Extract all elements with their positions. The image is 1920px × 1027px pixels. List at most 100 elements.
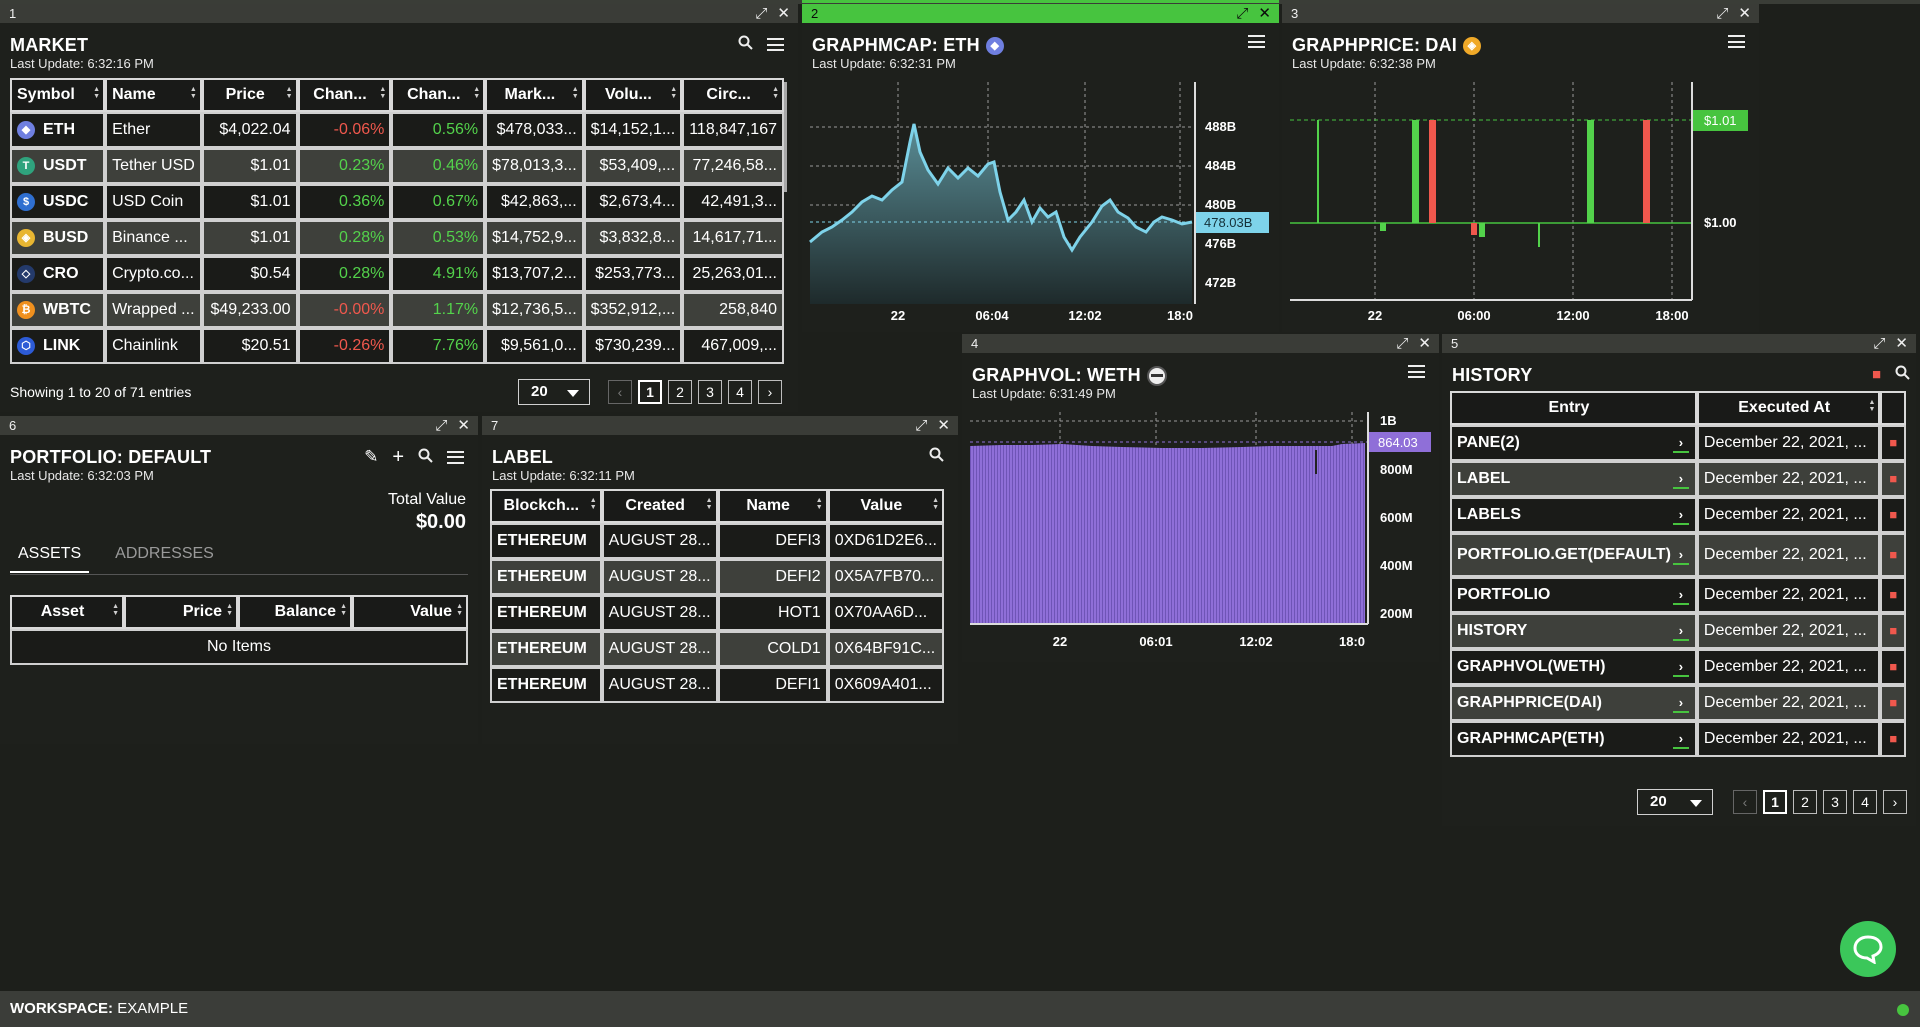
column-header[interactable]: Executed At ▲ ▼ [1696,391,1881,425]
table-row[interactable]: GRAPHMCAP(ETH) › December 22, 2021, ... ■ [1450,721,1906,757]
close-icon[interactable]: ✕ [1258,4,1271,23]
page-size-select[interactable]: 20 [1637,789,1713,815]
pane-bar[interactable]: 2 ⤢ ✕ [802,4,1279,23]
trash-icon[interactable]: ■ [1889,547,1897,562]
table-row[interactable]: ETHEREUM AUGUST 28... COLD1 0X64BF91C... [490,631,944,667]
tab-assets[interactable]: ASSETS [10,545,90,573]
next-page-button[interactable]: › [1883,790,1907,814]
column-header[interactable]: Asset ▲ ▼ [10,595,124,629]
trash-icon[interactable]: ■ [1872,366,1881,383]
page-1-button[interactable]: 1 [1763,790,1787,814]
column-header[interactable]: Price ▲ ▼ [124,595,238,629]
next-page-button[interactable]: › [758,380,782,404]
table-row[interactable]: ◈ BUSD Binance ... $1.01 0.28% 0.53% $14,752,9… [10,220,784,256]
column-header[interactable]: Entry [1450,391,1697,425]
expand-icon[interactable]: ⤢ [755,4,767,23]
trash-icon[interactable]: ■ [1889,623,1897,638]
volume-chart[interactable]: 1B 864.03 800M 600M 400M 200M 22 06:01 1… [962,402,1439,662]
close-icon[interactable]: ✕ [777,4,790,23]
chat-icon[interactable] [1840,921,1896,977]
table-row[interactable]: ETHEREUM AUGUST 28... HOT1 0X70AA6D... [490,595,944,631]
trash-icon[interactable]: ■ [1889,731,1897,746]
menu-icon[interactable] [1408,365,1425,378]
run-command-icon[interactable]: › [1672,436,1689,453]
page-2-button[interactable]: 2 [668,380,692,404]
pane-bar[interactable]: 7 ⤢ ✕ [482,416,958,435]
column-header[interactable]: Chan... ▲ ▼ [297,78,392,112]
pane-bar[interactable]: 4 ⤢ ✕ [962,334,1439,353]
trash-icon[interactable]: ■ [1889,435,1897,450]
expand-icon[interactable]: ⤢ [1873,334,1885,353]
prev-page-button[interactable]: ‹ [608,380,632,404]
column-header[interactable]: Blockch... ▲ ▼ [490,489,602,523]
menu-icon[interactable] [447,450,464,464]
pane-bar[interactable]: 5 ⤢ ✕ [1442,334,1916,353]
table-row[interactable]: PORTFOLIO.GET(DEFAULT) › December 22, 2021… [1450,533,1906,577]
table-row[interactable]: ETHEREUM AUGUST 28... DEFI1 0X609A401... [490,667,944,703]
table-row[interactable]: PORTFOLIO › December 22, 2021, ... ■ [1450,577,1906,613]
menu-icon[interactable] [1728,35,1745,48]
column-header[interactable]: Balance ▲ ▼ [238,595,352,629]
run-command-icon[interactable]: › [1672,732,1689,749]
page-2-button[interactable]: 2 [1793,790,1817,814]
search-icon[interactable] [1895,365,1910,384]
run-command-icon[interactable]: › [1672,508,1689,525]
run-command-icon[interactable]: › [1672,588,1689,605]
table-row[interactable]: GRAPHVOL(WETH) › December 22, 2021, ... ■ [1450,649,1906,685]
expand-icon[interactable]: ⤢ [1396,334,1408,353]
page-4-button[interactable]: 4 [728,380,752,404]
close-icon[interactable]: ✕ [1738,4,1751,23]
mcap-chart[interactable]: 488B 484B 480B 476B 472B 478.03B 22 06:0… [802,72,1279,332]
expand-icon[interactable]: ⤢ [915,416,927,435]
close-icon[interactable]: ✕ [1895,334,1908,353]
run-command-icon[interactable]: › [1672,548,1689,565]
table-row[interactable]: ◇ CRO Crypto.co... $0.54 0.28% 4.91% $13,707,2… [10,256,784,292]
search-icon[interactable] [738,35,753,54]
table-row[interactable]: ◆ ETH Ether $4,022.04 -0.06% 0.56% $478,033...… [10,112,784,148]
column-header[interactable]: Chan... ▲ ▼ [391,78,486,112]
trash-icon[interactable]: ■ [1889,587,1897,602]
close-icon[interactable]: ✕ [937,416,950,435]
table-row[interactable]: GRAPHPRICE(DAI) › December 22, 2021, ... ■ [1450,685,1906,721]
table-row[interactable]: ETHEREUM AUGUST 28... DEFI3 0XD61D2E6... [490,523,944,559]
table-row[interactable]: ₿ WBTC Wrapped ... $49,233.00 -0.00% 1.17% $12… [10,292,784,328]
column-header[interactable]: Value ▲ ▼ [352,595,468,629]
column-header[interactable]: Name ▲ ▼ [717,489,828,523]
close-icon[interactable]: ✕ [457,416,470,435]
search-icon[interactable] [418,448,433,467]
column-header[interactable]: Value ▲ ▼ [827,489,944,523]
column-header[interactable]: Symbol ▲ ▼ [10,78,106,112]
pane-bar[interactable]: 1 ⤢ ✕ [0,4,798,23]
column-header[interactable]: Price ▲ ▼ [201,78,298,112]
pane-bar[interactable]: 6 ⤢ ✕ [0,416,478,435]
table-row[interactable]: $ USDC USD Coin $1.01 0.36% 0.67% $42,863,... $… [10,184,784,220]
table-row[interactable]: HISTORY › December 22, 2021, ... ■ [1450,613,1906,649]
pencil-icon[interactable]: ✎ [364,447,378,467]
run-command-icon[interactable]: › [1672,660,1689,677]
menu-icon[interactable] [1248,35,1265,48]
trash-icon[interactable]: ■ [1889,507,1897,522]
table-row[interactable]: LABELS › December 22, 2021, ... ■ [1450,497,1906,533]
page-size-select[interactable]: 20 [518,379,590,405]
table-row[interactable]: ETHEREUM AUGUST 28... DEFI2 0X5A7FB70... [490,559,944,595]
page-3-button[interactable]: 3 [698,380,722,404]
expand-icon[interactable]: ⤢ [435,416,447,435]
table-row[interactable]: ⬡ LINK Chainlink $20.51 -0.26% 7.76% $9,561,0.… [10,328,784,364]
expand-icon[interactable]: ⤢ [1236,4,1248,23]
menu-icon[interactable] [767,38,784,51]
scrollbar[interactable] [784,82,787,192]
trash-icon[interactable]: ■ [1889,695,1897,710]
trash-icon[interactable]: ■ [1889,659,1897,674]
page-4-button[interactable]: 4 [1853,790,1877,814]
page-1-button[interactable]: 1 [638,380,662,404]
column-header[interactable]: Mark... ▲ ▼ [485,78,584,112]
plus-icon[interactable]: + [392,447,404,467]
run-command-icon[interactable]: › [1672,472,1689,489]
search-icon[interactable] [929,447,944,466]
workspace-bar[interactable]: WORKSPACE: EXAMPLE [0,991,1920,1027]
run-command-icon[interactable]: › [1672,696,1689,713]
table-row[interactable]: PANE(2) › December 22, 2021, ... ■ [1450,425,1906,461]
trash-icon[interactable]: ■ [1889,471,1897,486]
table-row[interactable]: T USDT Tether USD $1.01 0.23% 0.46% $78,013,3.… [10,148,784,184]
price-chart[interactable]: $1.01 $1.00 22 06:00 12:00 18:00 [1282,72,1759,332]
